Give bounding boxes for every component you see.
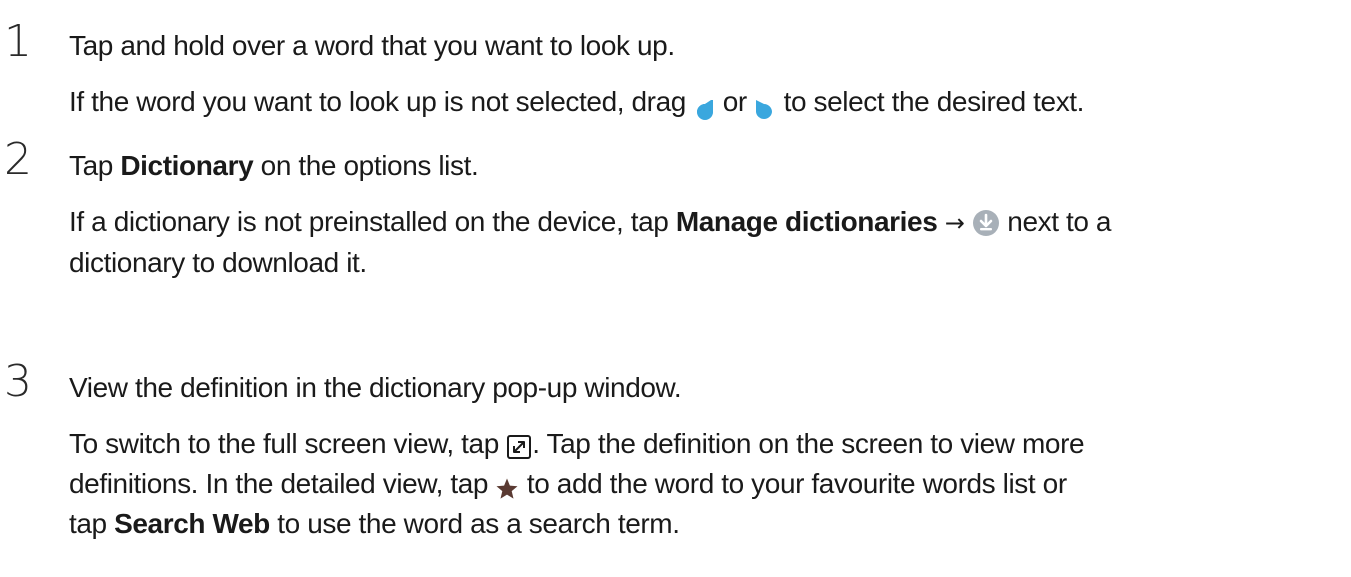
step-title: Tap Dictionary on the options list. bbox=[69, 146, 479, 186]
step-description: If a dictionary is not preinstalled on t… bbox=[69, 202, 1111, 283]
download-icon bbox=[972, 208, 1000, 236]
left-selection-handle-icon bbox=[693, 91, 715, 120]
desc-line-2: definitions. In the detailed view, tap t… bbox=[69, 464, 1084, 504]
step-description: To switch to the full screen view, tap .… bbox=[69, 424, 1085, 544]
desc-text: to use the word as a search term. bbox=[269, 508, 680, 539]
desc-line-1: To switch to the full screen view, tap .… bbox=[69, 424, 1085, 464]
desc-text: to select the desired text. bbox=[776, 86, 1085, 117]
right-selection-handle-icon bbox=[754, 91, 776, 119]
desc-text: If a dictionary is not preinstalled on t… bbox=[69, 206, 676, 237]
step-number: 3 bbox=[4, 356, 32, 407]
dictionary-option-label: Dictionary bbox=[120, 150, 254, 181]
step-title: Tap and hold over a word that you want t… bbox=[69, 30, 675, 61]
desc-text: If the word you want to look up is not s… bbox=[69, 86, 694, 117]
desc-line-3: tap Search Web to use the word as a sear… bbox=[69, 504, 1084, 544]
search-web-label: Search Web bbox=[114, 508, 270, 539]
expand-icon bbox=[506, 431, 532, 459]
desc-text: next to a bbox=[999, 206, 1112, 237]
desc-text: definitions. In the detailed view, tap bbox=[69, 468, 496, 499]
step-number: 2 bbox=[4, 134, 32, 185]
star-icon bbox=[495, 472, 519, 499]
desc-text: to add the word to your favourite words … bbox=[519, 468, 1067, 499]
title-text: on the options list. bbox=[253, 150, 479, 181]
title-text: Tap bbox=[69, 150, 121, 181]
desc-text: or bbox=[715, 86, 755, 117]
step-title: View the definition in the dictionary po… bbox=[69, 372, 682, 403]
desc-text: To switch to the full screen view, tap bbox=[69, 428, 507, 459]
desc-text: tap bbox=[69, 508, 115, 539]
step-number: 1 bbox=[4, 16, 32, 67]
step-description: If the word you want to look up is not s… bbox=[69, 82, 1084, 122]
arrow-icon: → bbox=[944, 209, 965, 237]
desc-line-2: dictionary to download it. bbox=[69, 247, 367, 278]
manage-dictionaries-label: Manage dictionaries bbox=[675, 206, 938, 237]
desc-text: . Tap the definition on the screen to vi… bbox=[532, 428, 1085, 459]
desc-line-1: If a dictionary is not preinstalled on t… bbox=[69, 202, 1111, 243]
